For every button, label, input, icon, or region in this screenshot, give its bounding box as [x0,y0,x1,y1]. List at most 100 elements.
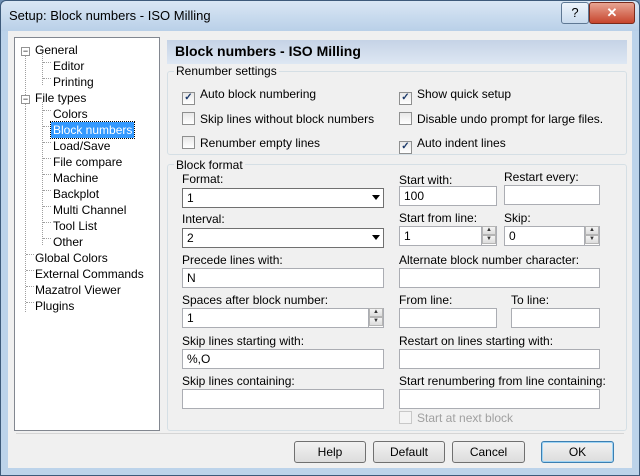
tree-connector [26,286,34,287]
tree-connector [26,302,34,303]
start-renumbering-input[interactable] [399,389,600,409]
restart-on-label: Restart on lines starting with: [399,334,554,348]
skip-spinner[interactable]: ▲ ▼ [584,226,599,246]
tree-item-machine[interactable]: Machine [53,170,98,186]
spin-down-icon[interactable]: ▼ [585,235,599,244]
tree-item-tool-list[interactable]: Tool List [53,218,97,234]
help-button[interactable]: Help [294,441,366,463]
spin-down-icon[interactable]: ▼ [369,317,383,326]
spaces-after-label: Spaces after block number: [182,293,329,307]
tree-connector [43,78,51,79]
spaces-after-value: 1 [187,311,194,325]
tree-item-backplot[interactable]: Backplot [53,186,99,202]
start-renumbering-label: Start renumbering from line containing: [399,374,606,388]
restart-on-input[interactable] [399,349,600,369]
tree-item-printing[interactable]: Printing [53,74,94,90]
tree-connector [43,222,51,223]
setup-dialog: Setup: Block numbers - ISO Milling ? ✕ −… [0,0,640,476]
collapse-icon[interactable]: − [21,95,30,104]
title-bar[interactable]: Setup: Block numbers - ISO Milling ? ✕ [1,1,639,31]
tree-item-load-save[interactable]: Load/Save [53,138,110,154]
tree-item-file-compare[interactable]: File compare [53,154,122,170]
tree-connector [43,62,51,63]
default-button[interactable]: Default [373,441,445,463]
window-title: Setup: Block numbers - ISO Milling [9,8,211,23]
spaces-after-spinner[interactable]: ▲ ▼ [368,308,383,328]
renumber-empty-checkbox[interactable]: Renumber empty lines [182,136,320,152]
tree-connector [42,54,43,85]
close-button[interactable]: ✕ [589,2,635,24]
renumber-settings-label: Renumber settings [174,64,279,78]
spin-down-icon[interactable]: ▼ [482,235,496,244]
question-icon: ? [571,5,579,20]
checkbox-label: Start at next block [417,411,514,425]
cancel-button[interactable]: Cancel [452,441,525,463]
ok-button[interactable]: OK [541,441,614,463]
tree-connector [43,238,51,239]
tree-item-multi-channel[interactable]: Multi Channel [53,202,126,218]
tree-item-plugins[interactable]: Plugins [35,298,74,314]
spaces-after-input[interactable]: 1 [182,308,384,328]
start-from-line-spinner[interactable]: ▲ ▼ [481,226,496,246]
auto-indent-checkbox[interactable]: ✓ Auto indent lines [399,136,506,154]
format-label: Format: [182,172,224,186]
spin-up-icon[interactable]: ▲ [585,226,599,235]
tree-connector [43,126,51,127]
skip-value: 0 [509,229,516,243]
dialog-client: − General Editor Printing − File types C… [8,31,632,468]
interval-select[interactable]: 2 [182,228,384,248]
start-with-input[interactable]: 100 [399,186,497,206]
checkbox-box [399,411,412,424]
tree-connector [43,206,51,207]
show-quick-setup-checkbox[interactable]: ✓ Show quick setup [399,87,511,105]
collapse-icon[interactable]: − [21,47,30,56]
help-title-button[interactable]: ? [561,2,589,24]
format-value: 1 [187,191,194,205]
tree-connector [43,174,51,175]
checkbox-label: Auto block numbering [200,87,317,101]
alt-char-input[interactable] [399,268,600,288]
from-line-label: From line: [399,293,453,307]
spin-up-icon[interactable]: ▲ [369,308,383,317]
restart-every-input[interactable] [504,185,600,205]
precede-lines-label: Precede lines with: [182,253,283,267]
skip-label: Skip: [504,211,531,225]
disable-undo-prompt-checkbox[interactable]: Disable undo prompt for large files. [399,112,603,128]
checkbox-box [182,112,195,125]
from-line-input[interactable] [399,308,497,328]
tree-connector [43,142,51,143]
skip-lines-without-checkbox[interactable]: Skip lines without block numbers [182,112,374,128]
checkbox-box [399,112,412,125]
page-title: Block numbers - ISO Milling [175,43,361,59]
settings-tree[interactable]: − General Editor Printing − File types C… [14,37,160,431]
format-select[interactable]: 1 [182,188,384,208]
checkbox-box: ✓ [182,92,195,105]
precede-lines-input[interactable]: N [182,268,384,288]
chevron-down-icon [372,235,380,240]
tree-item-editor[interactable]: Editor [53,58,84,74]
checkbox-label: Disable undo prompt for large files. [417,112,604,126]
to-line-input[interactable] [511,308,600,328]
auto-block-numbering-checkbox[interactable]: ✓ Auto block numbering [182,87,317,105]
tree-item-global-colors[interactable]: Global Colors [35,250,108,266]
interval-value: 2 [187,231,194,245]
tree-item-external-commands[interactable]: External Commands [35,266,144,282]
chevron-down-icon [372,195,380,200]
interval-label: Interval: [182,212,225,226]
tree-connector [26,254,34,255]
tree-item-block-numbers[interactable]: Block numbers [49,121,136,139]
tree-item-file-types[interactable]: File types [35,90,86,106]
block-format-label: Block format [174,158,245,172]
tree-connector [26,270,34,271]
tree-item-mazatrol-viewer[interactable]: Mazatrol Viewer [35,282,121,298]
start-from-line-value: 1 [404,229,411,243]
tree-item-other[interactable]: Other [53,234,83,250]
tree-item-general[interactable]: General [35,42,78,58]
tree-item-colors[interactable]: Colors [53,106,88,122]
start-at-next-block-checkbox[interactable]: Start at next block [399,411,513,427]
close-icon: ✕ [606,5,618,20]
spin-up-icon[interactable]: ▲ [482,226,496,235]
skip-containing-input[interactable] [182,389,384,409]
skip-starting-label: Skip lines starting with: [182,334,305,348]
skip-starting-input[interactable]: %,O [182,349,384,369]
